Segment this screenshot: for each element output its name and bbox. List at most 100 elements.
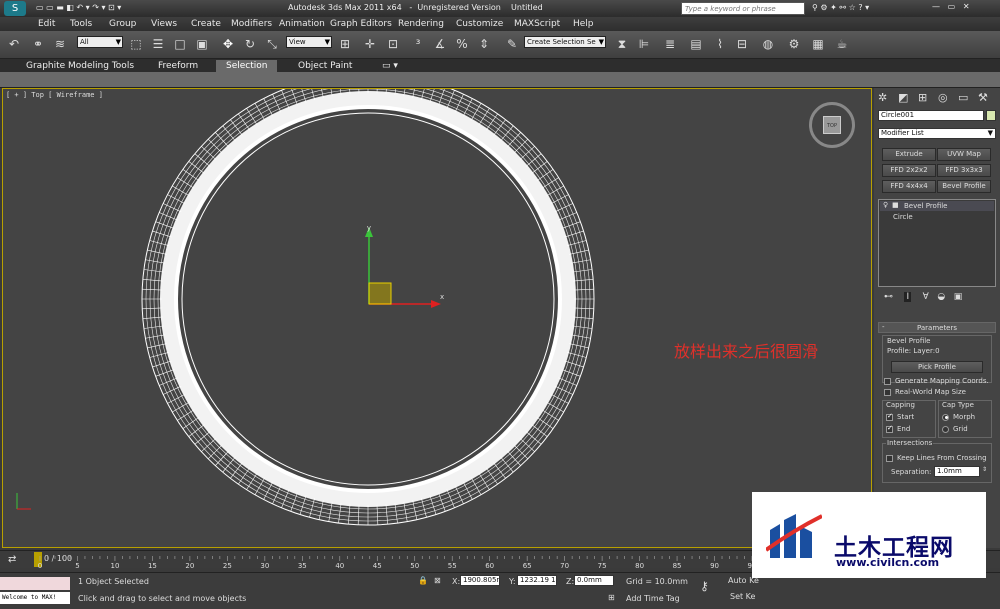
object-color-swatch[interactable] <box>986 110 996 121</box>
set-key-button[interactable]: Set Ke <box>730 592 755 601</box>
reference-coord-dropdown[interactable]: View ▼ <box>286 36 332 48</box>
stack-item-circle[interactable]: Circle <box>893 213 913 221</box>
viewcube-face[interactable]: TOP <box>823 116 841 134</box>
tab-object-paint[interactable]: Object Paint <box>288 60 362 72</box>
rectangular-region-icon[interactable]: □ <box>172 36 188 52</box>
bevel-profile-button[interactable]: Bevel Profile <box>937 180 991 193</box>
show-end-result-icon[interactable]: I <box>904 292 912 302</box>
time-tag-icon[interactable]: ⊞ <box>608 593 615 602</box>
percent-snap-icon[interactable]: % <box>454 36 470 52</box>
ffd-3x3x3-button[interactable]: FFD 3x3x3 <box>937 164 991 177</box>
z-coordinate-field[interactable]: 0.0mm <box>574 575 614 586</box>
motion-tab-icon[interactable]: ◎ <box>938 91 948 104</box>
infocenter-icons[interactable]: ⚲ ⚙ ✦ ⚯ ☆ ? ▾ <box>812 3 869 12</box>
tab-freeform[interactable]: Freeform <box>148 60 208 72</box>
pivot-center-icon[interactable]: ⊞ <box>337 36 353 52</box>
generate-mapping-checkbox[interactable]: Generate Mapping Coords. <box>884 377 989 385</box>
curve-editor-icon[interactable]: ⌇ <box>712 36 728 52</box>
align-icon[interactable]: ⊫ <box>636 36 652 52</box>
minimize-icon[interactable]: — <box>932 2 940 11</box>
cap-morph-radio[interactable]: Morph <box>942 413 975 421</box>
menu-views[interactable]: Views <box>151 19 177 29</box>
modifier-stack[interactable]: ♀ ■ Bevel Profile Circle <box>878 199 996 287</box>
stack-item-bevel-profile[interactable]: ♀ ■ Bevel Profile <box>880 201 994 211</box>
y-coordinate-field[interactable]: 1232.19 1m <box>517 575 557 586</box>
transform-gizmo[interactable] <box>365 227 441 308</box>
graphite-toggle-icon[interactable]: ▤ <box>688 36 704 52</box>
ffd-2x2x2-button[interactable]: FFD 2x2x2 <box>882 164 936 177</box>
make-unique-icon[interactable]: ∀ <box>923 292 929 302</box>
snaps-toggle-icon[interactable]: ³ <box>410 36 426 52</box>
lock-selection-icon[interactable]: 🔒 <box>418 576 428 585</box>
spinner-snap-icon[interactable]: ⇕ <box>476 36 492 52</box>
menu-animation[interactable]: Animation <box>279 19 325 29</box>
mirror-icon[interactable]: ⧗ <box>614 36 630 52</box>
menu-group[interactable]: Group <box>109 19 136 29</box>
ffd-4x4x4-button[interactable]: FFD 4x4x4 <box>882 180 936 193</box>
pin-stack-icon[interactable]: ⊷ <box>884 292 893 302</box>
create-tab-icon[interactable]: ✲ <box>878 91 887 104</box>
keyboard-shortcut-icon[interactable]: ⊡ <box>385 36 401 52</box>
modify-tab-icon[interactable]: ◩ <box>898 91 908 104</box>
select-by-name-icon[interactable]: ☰ <box>150 36 166 52</box>
separation-spinner[interactable]: ⇕ <box>982 466 987 473</box>
quick-access-toolbar[interactable]: ▭ ▭ ▬ ◧ ↶ ▾ ↷ ▾ ⊡ ▾ <box>36 3 121 12</box>
select-move-icon[interactable]: ✥ <box>220 36 236 52</box>
menu-create[interactable]: Create <box>191 19 221 29</box>
extrude-button[interactable]: Extrude <box>882 148 936 161</box>
app-logo-icon[interactable]: S <box>4 1 26 16</box>
maximize-icon[interactable]: ▭ <box>948 2 956 11</box>
render-setup-icon[interactable]: ⚙ <box>786 36 802 52</box>
tab-selection[interactable]: Selection <box>216 60 278 72</box>
utilities-tab-icon[interactable]: ⚒ <box>978 91 988 104</box>
x-coordinate-field[interactable]: 1900.805r <box>460 575 500 586</box>
named-selection-dropdown[interactable]: Create Selection Se ▼ <box>524 36 606 48</box>
tab-graphite-modeling-tools[interactable]: Graphite Modeling Tools <box>16 60 144 72</box>
viewport-top[interactable]: [ + ] Top [ Wireframe ] y x TOP 放样出来之后很圆… <box>2 88 872 548</box>
manipulate-icon[interactable]: ✛ <box>362 36 378 52</box>
modifier-list-dropdown[interactable]: Modifier List ▼ <box>878 128 996 139</box>
separation-field[interactable]: 1.0mm <box>934 466 980 477</box>
menu-graph-editors[interactable]: Graph Editors <box>330 19 392 29</box>
cap-end-checkbox[interactable]: End <box>886 424 910 433</box>
angle-snap-icon[interactable]: ∡ <box>432 36 448 52</box>
menu-maxscript[interactable]: MAXScript <box>514 19 560 29</box>
maxscript-listener[interactable] <box>0 577 70 590</box>
menu-tools[interactable]: Tools <box>70 19 92 29</box>
menu-edit[interactable]: Edit <box>38 19 55 29</box>
key-icon[interactable]: ⚷ <box>700 579 709 593</box>
ribbon-options-icon[interactable]: ▭ ▾ <box>372 60 408 72</box>
real-world-map-checkbox[interactable]: Real-World Map Size <box>884 388 966 396</box>
object-name-field[interactable]: Circle001 <box>878 110 984 121</box>
cap-grid-radio[interactable]: Grid <box>942 425 968 433</box>
maxscript-output[interactable]: Welcome to MAX! <box>0 592 70 604</box>
window-crossing-icon[interactable]: ▣ <box>194 36 210 52</box>
menu-rendering[interactable]: Rendering <box>398 19 444 29</box>
add-time-tag-button[interactable]: Add Time Tag <box>626 594 680 603</box>
select-rotate-icon[interactable]: ↻ <box>242 36 258 52</box>
menu-help[interactable]: Help <box>573 19 594 29</box>
selection-filter-dropdown[interactable]: All ▼ <box>77 36 123 48</box>
rendered-frame-icon[interactable]: ▦ <box>810 36 826 52</box>
parameters-header[interactable]: Parameters - <box>878 322 996 333</box>
select-link-icon[interactable]: ⚭ <box>30 36 46 52</box>
absolute-mode-icon[interactable]: ⊠ <box>434 576 441 585</box>
bind-spacewarp-icon[interactable]: ≋ <box>52 36 68 52</box>
close-icon[interactable]: ✕ <box>963 2 970 11</box>
pick-profile-button[interactable]: Pick Profile <box>891 361 983 373</box>
expand-icon[interactable]: ■ <box>892 201 899 209</box>
uvw-map-button[interactable]: UVW Map <box>937 148 991 161</box>
render-production-icon[interactable]: ☕ <box>834 36 850 52</box>
viewcube[interactable]: TOP <box>809 102 855 148</box>
layer-manager-icon[interactable]: ≣ <box>662 36 678 52</box>
hierarchy-tab-icon[interactable]: ⊞ <box>918 91 927 104</box>
select-object-icon[interactable]: ⬚ <box>128 36 144 52</box>
select-scale-icon[interactable]: ⤡ <box>264 36 280 52</box>
menu-customize[interactable]: Customize <box>456 19 503 29</box>
cap-start-checkbox[interactable]: Start <box>886 412 914 421</box>
display-tab-icon[interactable]: ▭ <box>958 91 968 104</box>
search-box[interactable] <box>681 2 805 15</box>
menu-modifiers[interactable]: Modifiers <box>231 19 272 29</box>
search-input[interactable] <box>682 3 804 14</box>
edit-named-selection-icon[interactable]: ✎ <box>504 36 520 52</box>
